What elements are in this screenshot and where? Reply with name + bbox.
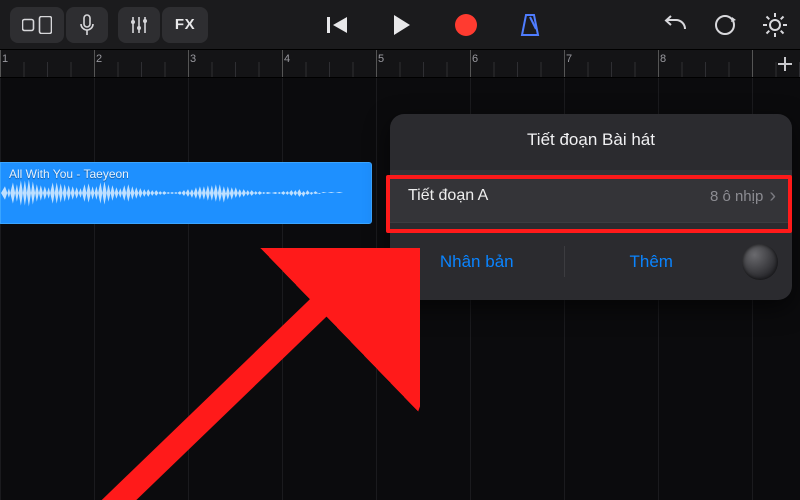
record-icon (455, 14, 477, 36)
popover-actions: Nhân bản Thêm (390, 222, 792, 300)
section-knob[interactable] (742, 244, 778, 280)
timeline-ruler[interactable]: 1 2 3 4 5 6 7 8 (0, 50, 800, 78)
mixer-button[interactable] (118, 7, 160, 43)
transport-controls (320, 7, 548, 43)
plus-icon (777, 56, 793, 72)
loop-button[interactable] (710, 10, 740, 40)
section-a-row[interactable]: Tiết đoạn A 8 ô nhịp › (390, 170, 792, 222)
fx-label: FX (175, 16, 195, 33)
sliders-icon (129, 15, 149, 35)
section-row-value: 8 ô nhịp (710, 188, 763, 205)
ruler-bar: 2 (96, 53, 102, 65)
section-row-label: Tiết đoạn A (408, 187, 488, 205)
duplicate-button[interactable]: Nhân bản (390, 252, 564, 272)
popover-caret (756, 114, 774, 115)
view-split-icon (22, 16, 52, 34)
ruler-bar: 4 (284, 53, 290, 65)
ruler-bar: 7 (566, 53, 572, 65)
metronome-icon (519, 13, 541, 37)
skip-back-icon (327, 15, 349, 35)
track-area[interactable]: All With You - Taeyeon Tiết đoạn Bài hát… (0, 78, 800, 500)
settings-button[interactable] (760, 10, 790, 40)
view-switch-button[interactable] (10, 7, 64, 43)
rewind-button[interactable] (320, 7, 356, 43)
play-button[interactable] (384, 7, 420, 43)
ruler-bar: 6 (472, 53, 478, 65)
play-icon (392, 14, 412, 36)
loop-icon (712, 13, 738, 37)
chevron-right-icon: › (769, 185, 776, 208)
mic-button[interactable] (66, 7, 108, 43)
ruler-bar: 3 (190, 53, 196, 65)
ruler-ticks (0, 50, 800, 77)
gear-icon (762, 12, 788, 38)
undo-icon (663, 15, 687, 35)
ruler-bar: 5 (378, 53, 384, 65)
metronome-button[interactable] (512, 7, 548, 43)
record-button[interactable] (448, 7, 484, 43)
popover-title: Tiết đoạn Bài hát (390, 114, 792, 170)
waveform-icon (1, 163, 371, 223)
song-section-popover: Tiết đoạn Bài hát Tiết đoạn A 8 ô nhịp ›… (390, 114, 792, 300)
microphone-icon (79, 14, 95, 36)
add-button[interactable]: Thêm (565, 252, 739, 272)
audio-clip[interactable]: All With You - Taeyeon (0, 162, 372, 224)
ruler-bar: 8 (660, 53, 666, 65)
ruler-bar: 1 (2, 53, 8, 65)
top-toolbar: FX (0, 0, 800, 50)
undo-button[interactable] (660, 10, 690, 40)
add-section-button[interactable] (774, 53, 796, 75)
fx-button[interactable]: FX (162, 7, 208, 43)
